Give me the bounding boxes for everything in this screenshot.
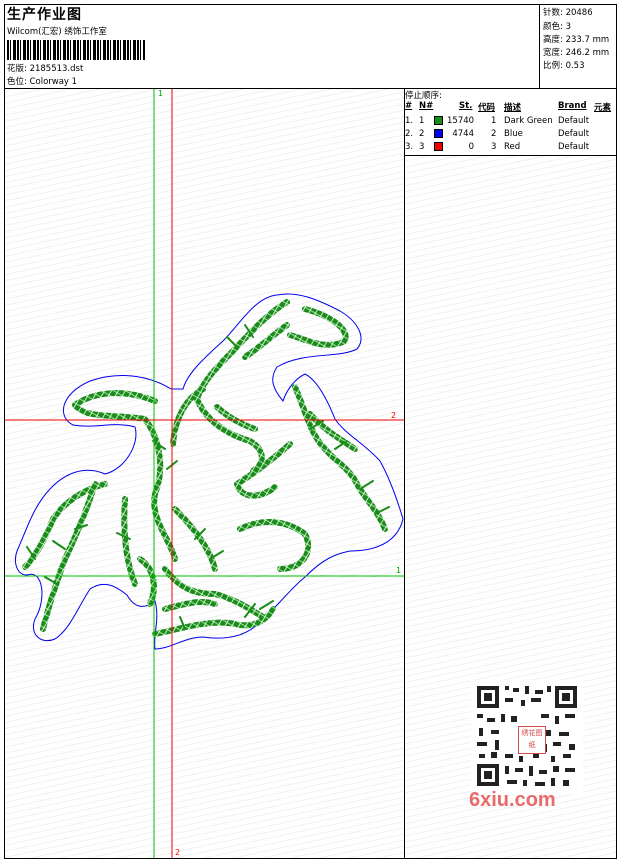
design-value: 2185513.dst: [29, 64, 84, 74]
row3-code: 3: [491, 142, 497, 152]
row3-color-swatch: [434, 142, 443, 151]
stop-sequence-panel: 停止顺序: # N# St. 代码 描述 Brand 元素 1. 1 15740…: [405, 89, 616, 858]
stop-sequence-title: 停止顺序:: [405, 91, 442, 101]
row1-color-swatch: [434, 116, 443, 125]
col-header-index: #: [405, 101, 413, 111]
stat-height: 高度: 233.7 mm: [543, 35, 610, 45]
row1-desc: Dark Green: [504, 116, 553, 126]
row3-needle: 3: [419, 142, 425, 152]
colorway-row: 色位: Colorway 1: [7, 75, 77, 87]
row2-stitches: 4744: [452, 129, 474, 139]
green-stitches: [22, 299, 388, 637]
axis-label-green-right: 1: [396, 566, 402, 575]
design-preview: 1 1 2 2: [5, 89, 404, 858]
row3-desc: Red: [504, 142, 521, 152]
col-header-code: 代码: [478, 103, 496, 113]
row2-brand: Default: [558, 129, 590, 139]
watermark-seal: 绣花图纸: [518, 726, 546, 754]
stat-width: 宽度: 246.2 mm: [543, 48, 610, 58]
col-header-desc: 描述: [504, 103, 522, 113]
header-info: 生产作业图 Wilcom(汇宏) 绣饰工作室 花版: 2185513.dst 色…: [4, 4, 539, 88]
row1-stitches: 15740: [447, 116, 475, 126]
watermark-text: 6xiu.com: [469, 789, 556, 811]
row1-brand: Default: [558, 116, 590, 126]
stat-stitches: 针数: 20486: [543, 8, 593, 18]
row1-num: 1.: [405, 116, 414, 126]
row2-desc: Blue: [504, 129, 523, 139]
stat-scale: 比例: 0.53: [543, 61, 585, 71]
colorway-label: 色位:: [7, 77, 27, 87]
barcode: [7, 40, 145, 60]
stat-colors: 颜色: 3: [543, 22, 571, 32]
embroidery-drawing: [5, 89, 404, 858]
page-title: 生产作业图: [7, 7, 82, 23]
axis-label-red-right: 2: [391, 411, 397, 420]
row3-num: 3.: [405, 142, 414, 152]
col-header-stitches: St.: [459, 101, 473, 111]
design-label: 花版:: [7, 64, 27, 74]
col-header-brand: Brand: [558, 101, 587, 111]
colorway-value: Colorway 1: [29, 77, 78, 87]
row2-needle: 2: [419, 129, 425, 139]
axis-label-green-top: 1: [158, 89, 164, 98]
stats-panel: 针数: 20486 颜色: 3 高度: 233.7 mm 宽度: 246.2 m…: [539, 4, 617, 88]
row1-needle: 1: [419, 116, 425, 126]
row2-num: 2.: [405, 129, 414, 139]
company-name: Wilcom(汇宏) 绣饰工作室: [7, 27, 107, 37]
leaf-ticks: [26, 324, 390, 630]
design-file-row: 花版: 2185513.dst: [7, 62, 83, 74]
row3-brand: Default: [558, 142, 590, 152]
axis-label-red-bottom: 2: [175, 848, 181, 857]
row2-code: 2: [491, 129, 497, 139]
col-header-element: 元素: [594, 103, 612, 113]
row3-stitches: 0: [468, 142, 474, 152]
row2-color-swatch: [434, 129, 443, 138]
row1-code: 1: [491, 116, 497, 126]
stop-sequence-table: 停止顺序: # N# St. 代码 描述 Brand 元素 1. 1 15740…: [405, 89, 616, 156]
col-header-needle: N#: [419, 101, 434, 111]
